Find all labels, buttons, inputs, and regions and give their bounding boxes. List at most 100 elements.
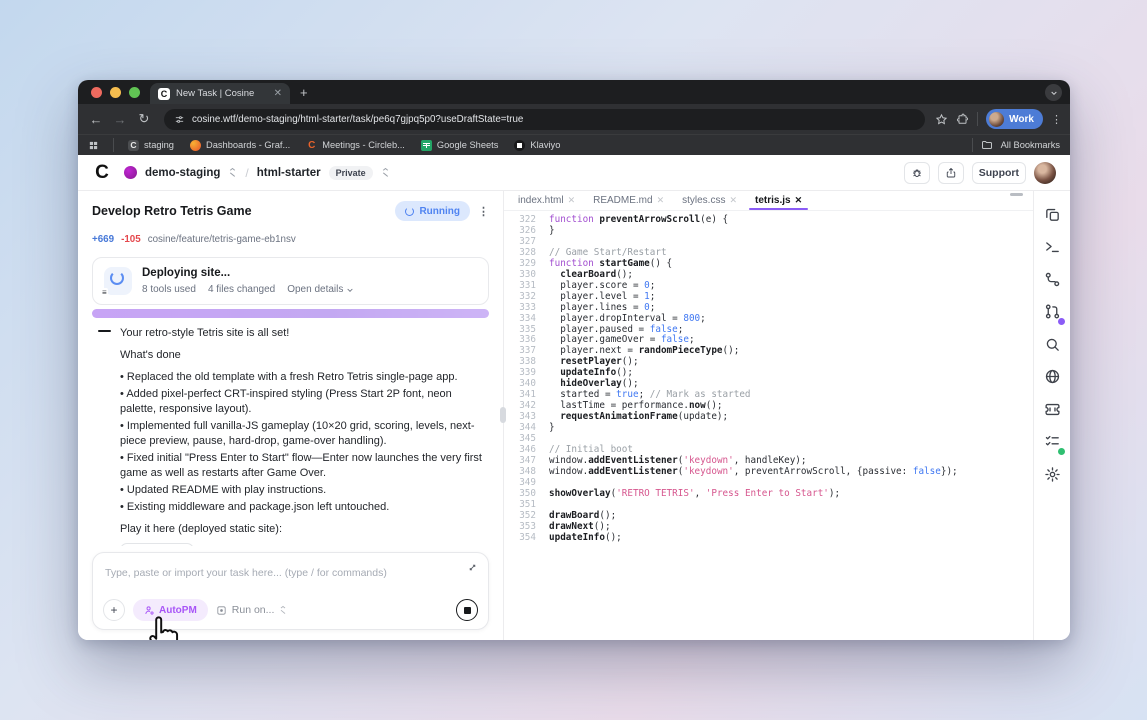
search-icon[interactable]: [1043, 335, 1061, 353]
browser-menu-button[interactable]: ⋮: [1051, 113, 1062, 126]
forward-button[interactable]: →: [110, 112, 130, 127]
tools-list-icon: ≡: [101, 288, 108, 298]
close-tab-icon[interactable]: ✕: [568, 195, 576, 206]
bookmark-label: staging: [144, 140, 174, 150]
extensions-puzzle-icon[interactable]: [956, 113, 969, 126]
browser-tab[interactable]: C New Task | Cosine ✕: [150, 83, 290, 104]
editor-tab-label: tetris.js: [755, 195, 791, 206]
workspace-selector[interactable]: demo-staging: [145, 167, 220, 179]
toolbar-divider: [977, 112, 978, 126]
code-area[interactable]: 322function preventArrowScroll(e) {326}3…: [504, 211, 1033, 640]
ticket-icon[interactable]: [1043, 400, 1061, 418]
code-line: 343 requestAnimationFrame(update);: [510, 412, 1033, 423]
back-button[interactable]: ←: [86, 112, 106, 127]
bookmark-label: Dashboards - Graf...: [206, 140, 290, 150]
run-target-icon: [216, 605, 227, 616]
share-button[interactable]: [938, 162, 964, 184]
bookmark-label: Klaviyo: [530, 140, 560, 150]
line-number: 333: [510, 303, 536, 314]
sheets-icon: [421, 140, 432, 151]
bookmark-item[interactable]: Dashboards - Graf...: [190, 140, 290, 151]
bookmark-item[interactable]: Klaviyo: [514, 140, 560, 151]
apps-grid-icon[interactable]: [88, 140, 99, 151]
git-branch-icon[interactable]: [1043, 270, 1061, 288]
close-window-button[interactable]: [91, 87, 102, 98]
settings-gear-icon[interactable]: [1043, 465, 1061, 483]
code-line: 326}: [510, 226, 1033, 237]
code-line: 333 player.lines = 0;: [510, 303, 1033, 314]
cosine-logo-icon[interactable]: C: [92, 163, 112, 183]
minimize-window-button[interactable]: [110, 87, 121, 98]
task-menu-button[interactable]: ⋮: [478, 205, 489, 218]
browser-window: C New Task | Cosine ✕ + ← → ↻ cosine.wtf…: [78, 80, 1070, 640]
close-tab-icon[interactable]: ✕: [729, 195, 737, 206]
close-tab-icon[interactable]: ✕: [795, 195, 803, 206]
deploy-spinner: ≡: [104, 267, 132, 295]
chevron-updown-icon: [279, 605, 287, 615]
reload-button[interactable]: ↻: [134, 111, 154, 127]
bookmark-item[interactable]: CMeetings - Circleb...: [306, 140, 405, 151]
collapse-editor-button[interactable]: [1010, 193, 1023, 196]
checklist-icon[interactable]: [1043, 433, 1061, 451]
new-tab-button[interactable]: +: [290, 85, 318, 104]
share-upload-icon: [945, 167, 957, 179]
code-line: 350showOverlay('RETRO TETRIS', 'Press En…: [510, 489, 1033, 500]
open-details-button[interactable]: Open details: [287, 284, 354, 295]
browser-toolbar: ← → ↻ cosine.wtf/demo-staging/html-start…: [78, 104, 1070, 134]
task-title: Develop Retro Tetris Game: [92, 204, 252, 218]
chevron-updown-icon[interactable]: [228, 167, 237, 178]
repo-selector[interactable]: html-starter: [257, 167, 321, 179]
tab-search-button[interactable]: [1045, 84, 1062, 101]
add-attachment-button[interactable]: +: [103, 599, 125, 621]
deploy-activity-card[interactable]: ≡ Deploying site... 8 tools used 4 files…: [92, 257, 489, 305]
address-bar[interactable]: cosine.wtf/demo-staging/html-starter/tas…: [164, 109, 925, 130]
tools-used-count: 8 tools used: [142, 284, 196, 295]
branch-name[interactable]: cosine/feature/tetris-game-eb1nsv: [148, 234, 296, 245]
klaviyo-icon: [514, 140, 525, 151]
folder-icon: [981, 139, 993, 151]
circleback-icon: C: [306, 140, 317, 151]
deletions-count: -105: [121, 234, 141, 245]
editor-tab-styles.css[interactable]: styles.css ✕: [674, 195, 745, 210]
globe-icon[interactable]: [1043, 368, 1061, 386]
spinner-icon: [405, 207, 414, 216]
run-on-selector[interactable]: Run on...: [216, 604, 288, 616]
bookmark-item[interactable]: Google Sheets: [421, 140, 499, 151]
editor-tab-label: styles.css: [682, 195, 725, 206]
files-icon[interactable]: [1043, 205, 1061, 223]
bookmarks-divider-right: [972, 138, 973, 152]
message-bullet: Fixed initial "Press Enter to Start" flo…: [120, 451, 489, 481]
bookmark-star-icon[interactable]: [935, 113, 948, 126]
support-button[interactable]: Support: [972, 162, 1026, 184]
all-bookmarks-button[interactable]: All Bookmarks: [1001, 140, 1060, 150]
person-gear-icon: [144, 605, 155, 616]
pull-request-icon[interactable]: [1043, 303, 1061, 321]
close-tab-icon[interactable]: ✕: [657, 195, 665, 206]
report-bug-button[interactable]: [904, 162, 930, 184]
close-tab-icon[interactable]: ✕: [274, 88, 282, 99]
bookmark-item[interactable]: Cstaging: [128, 140, 174, 151]
editor-tab-README.md[interactable]: README.md✕: [585, 195, 672, 210]
chevron-updown-icon[interactable]: [381, 167, 390, 178]
panel-resize-handle[interactable]: [500, 407, 506, 423]
code-line: 332 player.level = 1;: [510, 292, 1033, 303]
site-settings-icon[interactable]: [174, 114, 185, 125]
stop-button[interactable]: [456, 599, 478, 621]
user-avatar[interactable]: [1034, 162, 1056, 184]
autopm-toggle[interactable]: AutoPM: [133, 599, 208, 621]
message-marker-dash: [98, 330, 111, 332]
task-input[interactable]: [105, 567, 446, 579]
message-section-heading: What's done: [120, 348, 489, 363]
profile-label: Work: [1009, 114, 1034, 125]
zoom-window-button[interactable]: [129, 87, 140, 98]
preview-link[interactable]: Preview: [120, 543, 194, 546]
terminal-icon[interactable]: [1043, 238, 1061, 256]
right-icon-rail: [1033, 191, 1070, 640]
editor-tab-index.html[interactable]: index.html✕: [510, 195, 583, 210]
app-header: C demo-staging / html-starter Private Su…: [78, 155, 1070, 191]
bookmark-label: Google Sheets: [437, 140, 499, 150]
expand-composer-button[interactable]: [467, 562, 478, 573]
editor-tab-tetris.js[interactable]: tetris.js ✕: [747, 195, 810, 210]
grafana-icon: [190, 140, 201, 151]
profile-button[interactable]: Work: [986, 109, 1043, 129]
